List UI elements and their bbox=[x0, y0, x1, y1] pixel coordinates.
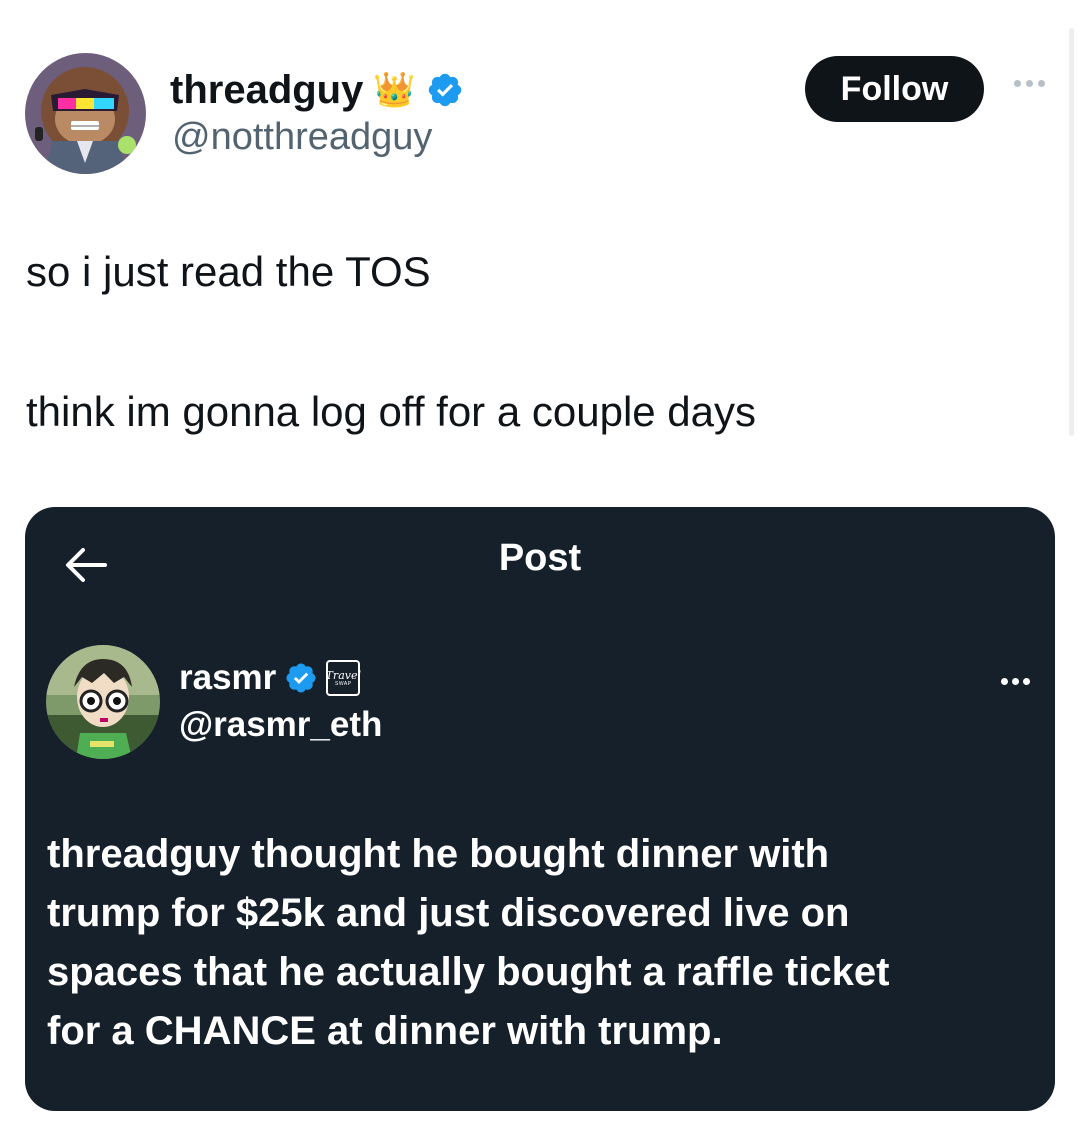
tweet-text-line-2: think im gonna log off for a couple days bbox=[26, 388, 757, 435]
embedded-author-handle: @rasmr_eth bbox=[179, 705, 383, 744]
dot bbox=[1038, 80, 1045, 87]
embedded-author-name-row: rasmr Travel SWAP bbox=[179, 655, 361, 701]
author-display-name[interactable]: threadguy bbox=[170, 68, 363, 113]
monkey-avatar-icon bbox=[25, 53, 146, 174]
dot bbox=[1012, 678, 1019, 685]
author-handle[interactable]: @notthreadguy bbox=[172, 116, 432, 159]
pixel-character-avatar-icon bbox=[46, 645, 160, 759]
affiliate-badge-line1: Travel bbox=[325, 668, 361, 682]
dot bbox=[1001, 678, 1008, 685]
dot bbox=[1014, 80, 1021, 87]
embedded-post-text: threadguy thought he bought dinner with … bbox=[47, 825, 1037, 1061]
scrollbar[interactable] bbox=[1069, 28, 1074, 436]
affiliate-badge-line2: SWAP bbox=[335, 680, 352, 687]
author-name-row: threadguy 👑 bbox=[170, 64, 464, 116]
dot bbox=[1023, 678, 1030, 685]
tweet-text-line-1: so i just read the TOS bbox=[26, 248, 431, 295]
embedded-more-options-icon bbox=[997, 674, 1034, 689]
embedded-author-display-name: rasmr bbox=[179, 658, 277, 697]
embedded-text-line-2: trump for $25k and just discovered live … bbox=[47, 891, 850, 935]
affiliate-badge-icon: Travel SWAP bbox=[325, 660, 361, 696]
more-options-icon[interactable] bbox=[1010, 76, 1049, 91]
follow-button[interactable]: Follow bbox=[805, 56, 984, 122]
verified-badge-icon bbox=[428, 73, 461, 107]
verified-badge-icon bbox=[286, 663, 316, 693]
embedded-author-avatar bbox=[46, 645, 160, 759]
post-header-title: Post bbox=[498, 537, 582, 579]
embedded-text-line-1: threadguy thought he bought dinner with bbox=[47, 832, 830, 876]
dot bbox=[1026, 80, 1033, 87]
embedded-text-line-3: spaces that he actually bought a raffle … bbox=[47, 950, 890, 994]
embedded-post-screenshot[interactable]: Post rasmr Travel SWAP @rasmr_eth thread… bbox=[25, 507, 1055, 1111]
author-avatar[interactable] bbox=[25, 53, 146, 174]
embedded-text-line-4: for a CHANCE at dinner with trump. bbox=[47, 1009, 723, 1053]
crown-emoji: 👑 bbox=[373, 71, 416, 109]
